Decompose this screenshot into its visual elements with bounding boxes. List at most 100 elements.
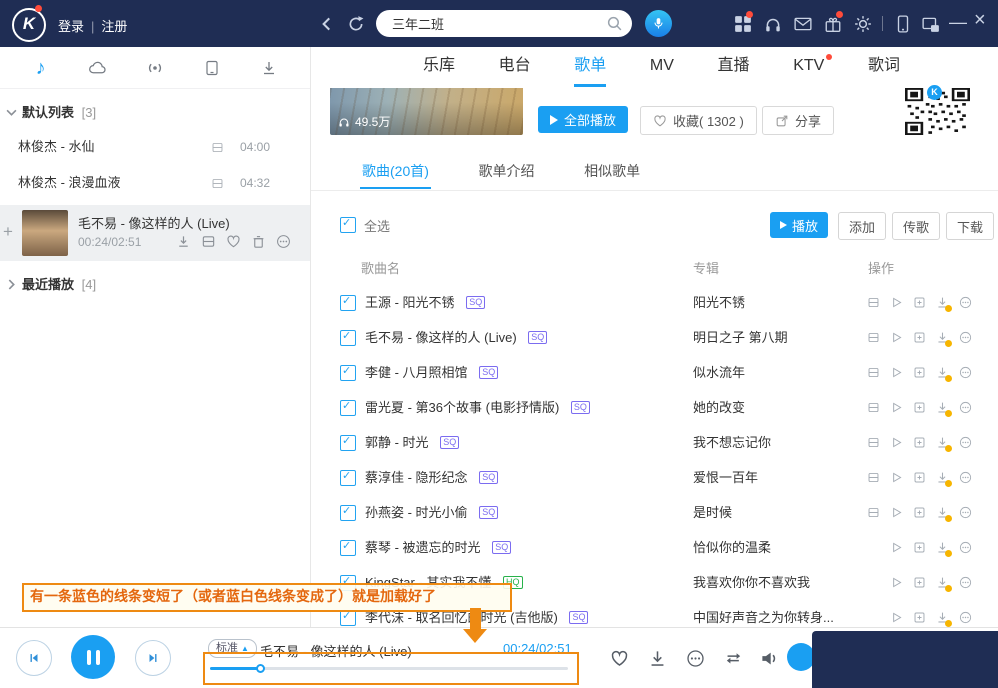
play-icon[interactable] — [885, 530, 908, 565]
album-cell[interactable]: 她的改变 — [693, 390, 858, 425]
add-to-icon[interactable] — [908, 460, 931, 495]
song-row[interactable]: 王源 - 阳光不锈 SQ 阳光不锈 — [311, 285, 998, 320]
settings-gear-icon[interactable] — [854, 15, 872, 33]
row-checkbox[interactable] — [340, 540, 356, 556]
album-cell[interactable]: 爱恨一百年 — [693, 460, 858, 495]
mv-icon[interactable] — [862, 285, 885, 320]
more-icon[interactable] — [954, 530, 977, 565]
download-icon[interactable] — [646, 647, 668, 669]
song-row[interactable]: 孙燕姿 - 时光小偷 SQ 是时候 — [311, 495, 998, 530]
download-icon[interactable] — [931, 530, 954, 565]
download-icon[interactable] — [931, 425, 954, 460]
more-icon[interactable] — [954, 495, 977, 530]
minimize-icon[interactable]: — — [949, 12, 967, 32]
row-checkbox[interactable] — [340, 295, 356, 311]
now-playing-item[interactable]: + 毛不易 - 像这样的人 (Live) 00:24/02:51 — [0, 205, 310, 261]
transfer-button[interactable]: 传歌 — [892, 212, 940, 240]
voice-search-icon[interactable] — [645, 10, 672, 37]
add-to-icon[interactable] — [908, 285, 931, 320]
download-icon[interactable] — [931, 495, 954, 530]
row-checkbox[interactable] — [340, 330, 356, 346]
sidebar-group-recent[interactable]: 最近播放 [4] — [0, 269, 310, 301]
mv-icon[interactable] — [862, 425, 885, 460]
next-track-button[interactable] — [135, 640, 171, 676]
add-to-icon[interactable] — [908, 425, 931, 460]
nav-tab[interactable]: KTV — [793, 47, 824, 84]
song-title[interactable]: 蔡淳佳 - 隐形纪念 — [365, 470, 468, 485]
play-icon[interactable] — [885, 390, 908, 425]
album-cell[interactable]: 阳光不锈 — [693, 285, 858, 320]
more-icon[interactable] — [954, 390, 977, 425]
album-cell[interactable]: 恰似你的温柔 — [693, 530, 858, 565]
download-icon[interactable] — [931, 320, 954, 355]
login-link[interactable]: 登录 — [58, 19, 84, 34]
song-title[interactable]: 李代沫 - 取名回忆的时光 (吉他版) — [365, 610, 558, 625]
cloud-icon[interactable] — [85, 55, 111, 81]
song-title[interactable]: 郭静 - 时光 — [365, 435, 429, 450]
download-selected-button[interactable]: 下载 — [946, 212, 994, 240]
repeat-mode-icon[interactable] — [722, 647, 744, 669]
nav-tab[interactable]: MV — [650, 47, 674, 84]
row-checkbox[interactable] — [340, 365, 356, 381]
phone-icon[interactable] — [894, 15, 912, 33]
previous-track-button[interactable] — [16, 640, 52, 676]
nav-tab[interactable]: 乐库 — [423, 47, 455, 84]
more-icon[interactable] — [954, 600, 977, 628]
song-title[interactable]: 蔡琴 - 被遗忘的时光 — [365, 540, 481, 555]
headset-icon[interactable] — [764, 15, 782, 33]
mv-icon[interactable] — [211, 177, 224, 190]
search-icon[interactable] — [606, 15, 623, 32]
mail-icon[interactable] — [794, 15, 812, 33]
song-row[interactable]: 李健 - 八月照相馆 SQ 似水流年 — [311, 355, 998, 390]
download-icon[interactable] — [931, 565, 954, 600]
download-icon[interactable] — [931, 285, 954, 320]
album-cell[interactable]: 我不想忘记你 — [693, 425, 858, 460]
add-selected-button[interactable]: 添加 — [838, 212, 886, 240]
play-all-button[interactable]: 全部播放 — [538, 106, 628, 133]
play-icon[interactable] — [885, 320, 908, 355]
add-to-icon[interactable] — [908, 600, 931, 628]
progress-bar[interactable] — [210, 667, 568, 670]
song-title[interactable]: 毛不易 - 像这样的人 (Live) — [365, 330, 517, 345]
register-link[interactable]: 注册 — [101, 19, 127, 34]
content-tab[interactable]: 歌单介绍 — [477, 155, 537, 187]
play-icon[interactable] — [885, 425, 908, 460]
row-checkbox[interactable] — [340, 505, 356, 521]
play-icon[interactable] — [885, 460, 908, 495]
download-icon[interactable] — [931, 460, 954, 495]
play-icon[interactable] — [885, 565, 908, 600]
song-row[interactable]: 蔡淳佳 - 隐形纪念 SQ 爱恨一百年 — [311, 460, 998, 495]
now-playing-thumbnail[interactable] — [22, 210, 68, 256]
row-checkbox[interactable] — [340, 610, 356, 626]
mv-icon[interactable] — [862, 390, 885, 425]
song-row[interactable]: 郭静 - 时光 SQ 我不想忘记你 — [311, 425, 998, 460]
play-icon[interactable] — [885, 495, 908, 530]
song-row[interactable]: 雷光夏 - 第36个故事 (电影抒情版) SQ 她的改变 — [311, 390, 998, 425]
add-to-icon[interactable] — [908, 320, 931, 355]
back-icon[interactable] — [318, 15, 336, 33]
song-title[interactable]: 雷光夏 - 第36个故事 (电影抒情版) — [365, 400, 559, 415]
song-title[interactable]: 王源 - 阳光不锈 — [365, 295, 455, 310]
download-icon[interactable] — [176, 234, 191, 249]
play-icon[interactable] — [885, 285, 908, 320]
search-input[interactable] — [390, 10, 599, 37]
song-title[interactable]: 孙燕姿 - 时光小偷 — [365, 505, 468, 520]
song-title[interactable]: 李健 - 八月照相馆 — [365, 365, 468, 380]
select-all-checkbox[interactable] — [340, 217, 356, 233]
row-checkbox[interactable] — [340, 435, 356, 451]
close-icon[interactable]: × — [974, 10, 986, 30]
add-to-icon[interactable] — [908, 355, 931, 390]
more-icon[interactable] — [954, 285, 977, 320]
download-icon[interactable] — [931, 355, 954, 390]
play-icon[interactable] — [885, 355, 908, 390]
add-button[interactable]: + — [3, 222, 13, 242]
add-to-icon[interactable] — [908, 390, 931, 425]
kuwo-logo[interactable]: K — [12, 8, 46, 42]
radio-icon[interactable] — [142, 55, 168, 81]
nav-tab[interactable]: 直播 — [718, 47, 750, 84]
mv-icon[interactable] — [862, 495, 885, 530]
content-tab[interactable]: 歌曲(20首) — [360, 155, 431, 189]
more-icon[interactable] — [954, 425, 977, 460]
add-to-icon[interactable] — [908, 495, 931, 530]
pause-button[interactable] — [71, 635, 115, 679]
